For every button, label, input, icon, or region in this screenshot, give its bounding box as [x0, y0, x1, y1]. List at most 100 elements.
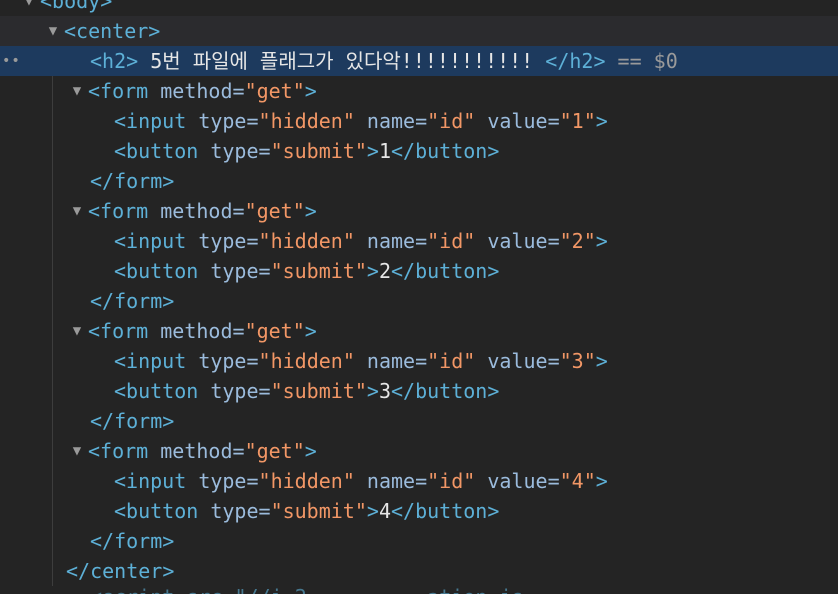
selected-node-marker: == $0 — [605, 49, 678, 73]
type-attr-name: type — [198, 109, 247, 133]
method-attr-name: method — [160, 199, 233, 223]
type-attr-name: type — [198, 229, 247, 253]
button-tag-name: button — [126, 379, 199, 403]
dom-node-form-close[interactable]: </form> — [0, 286, 838, 316]
expand-arrow-icon[interactable]: ▼ — [22, 0, 36, 16]
name-attr-name: name — [366, 229, 416, 253]
elements-panel: ▼ <body> ▼ <center> •• <h2> 5번 파일에 플래그가 … — [0, 0, 838, 594]
name-attr-name: name — [366, 109, 416, 133]
value-attr-value: "1" — [559, 109, 596, 133]
method-attr-value: "get" — [244, 79, 305, 103]
name-attr-value: "id" — [427, 109, 476, 133]
dom-node-script-partial[interactable]: <script src="//i.2... ...ation.js... — [0, 582, 838, 594]
method-attr-value: "get" — [244, 199, 305, 223]
type-attr-value: "submit" — [270, 139, 367, 163]
form-tag-name: form — [100, 319, 149, 343]
method-attr-name: method — [160, 319, 233, 343]
dom-node-input[interactable]: <input type="hidden" name="id" value="1"… — [0, 106, 838, 136]
type-attr-value: "submit" — [270, 499, 367, 523]
center-open-tag: <center> — [64, 19, 161, 43]
button-text: 1 — [378, 139, 391, 163]
expand-arrow-icon[interactable]: ▼ — [70, 436, 84, 466]
type-attr-value: "hidden" — [258, 349, 355, 373]
button-close-tag-name: button — [415, 379, 488, 403]
h2-text: 5번 파일에 플래그가 있다악!!!!!!!!!!! — [138, 49, 546, 73]
value-attr-value: "3" — [559, 349, 596, 373]
form-open-tag: <form method="get"> — [88, 439, 317, 463]
dom-node-body[interactable]: ▼ <body> — [0, 0, 838, 16]
type-attr-value: "hidden" — [258, 229, 355, 253]
name-attr-name: name — [366, 349, 416, 373]
expand-arrow-icon[interactable]: ▼ — [70, 196, 84, 226]
button-tag: <button type="submit">3</button> — [114, 379, 500, 403]
dom-node-input[interactable]: <input type="hidden" name="id" value="3"… — [0, 346, 838, 376]
h2-close-tag: </h2> — [545, 49, 606, 73]
type-attr-value: "hidden" — [258, 109, 355, 133]
button-tag-name: button — [126, 139, 199, 163]
dom-node-form-close[interactable]: </form> — [0, 166, 838, 196]
more-options-icon[interactable]: •• — [2, 46, 21, 76]
expand-arrow-icon[interactable]: ▼ — [70, 316, 84, 346]
button-tag-name: button — [126, 499, 199, 523]
dom-node-button[interactable]: <button type="submit">2</button> — [0, 256, 838, 286]
dom-node-button[interactable]: <button type="submit">4</button> — [0, 496, 838, 526]
value-attr-value: "4" — [559, 469, 596, 493]
expand-arrow-icon[interactable]: ▼ — [46, 16, 60, 46]
script-partial-line: <script src="//i.2... ...ation.js... — [90, 582, 560, 594]
input-tag: <input type="hidden" name="id" value="1"… — [114, 109, 608, 133]
input-tag-name: input — [126, 349, 187, 373]
button-tag: <button type="submit">1</button> — [114, 139, 500, 163]
dom-node-button[interactable]: <button type="submit">1</button> — [0, 136, 838, 166]
button-tag: <button type="submit">2</button> — [114, 259, 500, 283]
dom-node-h2-selected[interactable]: •• <h2> 5번 파일에 플래그가 있다악!!!!!!!!!!! </h2>… — [0, 46, 838, 76]
dom-node-input[interactable]: <input type="hidden" name="id" value="4"… — [0, 466, 838, 496]
name-attr-value: "id" — [427, 349, 476, 373]
dom-node-form[interactable]: ▼ <form method="get"> — [0, 196, 838, 226]
button-close-tag-name: button — [415, 259, 488, 283]
dom-node-form[interactable]: ▼ <form method="get"> — [0, 316, 838, 346]
form-tag-name: form — [100, 199, 149, 223]
h2-node-content: <h2> 5번 파일에 플래그가 있다악!!!!!!!!!!! </h2> ==… — [90, 46, 678, 76]
form-close-tag: </form> — [90, 409, 175, 433]
method-attr-name: method — [160, 439, 233, 463]
value-attr-name: value — [487, 349, 548, 373]
type-attr-name: type — [210, 499, 259, 523]
form-tag-name: form — [100, 439, 149, 463]
input-tag: <input type="hidden" name="id" value="4"… — [114, 469, 608, 493]
dom-node-form-close[interactable]: </form> — [0, 526, 838, 556]
body-open-tag: <body> — [40, 0, 113, 13]
dom-node-input[interactable]: <input type="hidden" name="id" value="2"… — [0, 226, 838, 256]
dom-node-form[interactable]: ▼ <form method="get"> — [0, 76, 838, 106]
button-text: 4 — [378, 499, 391, 523]
value-attr-name: value — [487, 229, 548, 253]
type-attr-value: "submit" — [270, 379, 367, 403]
type-attr-name: type — [210, 139, 259, 163]
input-tag-name: input — [126, 109, 187, 133]
name-attr-value: "id" — [427, 469, 476, 493]
type-attr-value: "submit" — [270, 259, 367, 283]
input-tag: <input type="hidden" name="id" value="2"… — [114, 229, 608, 253]
method-attr-value: "get" — [244, 319, 305, 343]
button-tag-name: button — [126, 259, 199, 283]
name-attr-name: name — [366, 469, 416, 493]
input-tag: <input type="hidden" name="id" value="3"… — [114, 349, 608, 373]
form-tag-name: form — [100, 79, 149, 103]
input-tag-name: input — [126, 469, 187, 493]
type-attr-name: type — [210, 259, 259, 283]
button-text: 2 — [378, 259, 391, 283]
value-attr-name: value — [487, 109, 548, 133]
form-open-tag: <form method="get"> — [88, 79, 317, 103]
dom-node-form-close[interactable]: </form> — [0, 406, 838, 436]
method-attr-name: method — [160, 79, 233, 103]
type-attr-name: type — [210, 379, 259, 403]
form-close-tag: </form> — [90, 529, 175, 553]
expand-arrow-icon[interactable]: ▼ — [70, 76, 84, 106]
form-open-tag: <form method="get"> — [88, 199, 317, 223]
value-attr-value: "2" — [559, 229, 596, 253]
dom-node-form[interactable]: ▼ <form method="get"> — [0, 436, 838, 466]
dom-node-center[interactable]: ▼ <center> — [0, 16, 838, 46]
dom-node-button[interactable]: <button type="submit">3</button> — [0, 376, 838, 406]
button-close-tag-name: button — [415, 499, 488, 523]
button-text: 3 — [378, 379, 391, 403]
value-attr-name: value — [487, 469, 548, 493]
